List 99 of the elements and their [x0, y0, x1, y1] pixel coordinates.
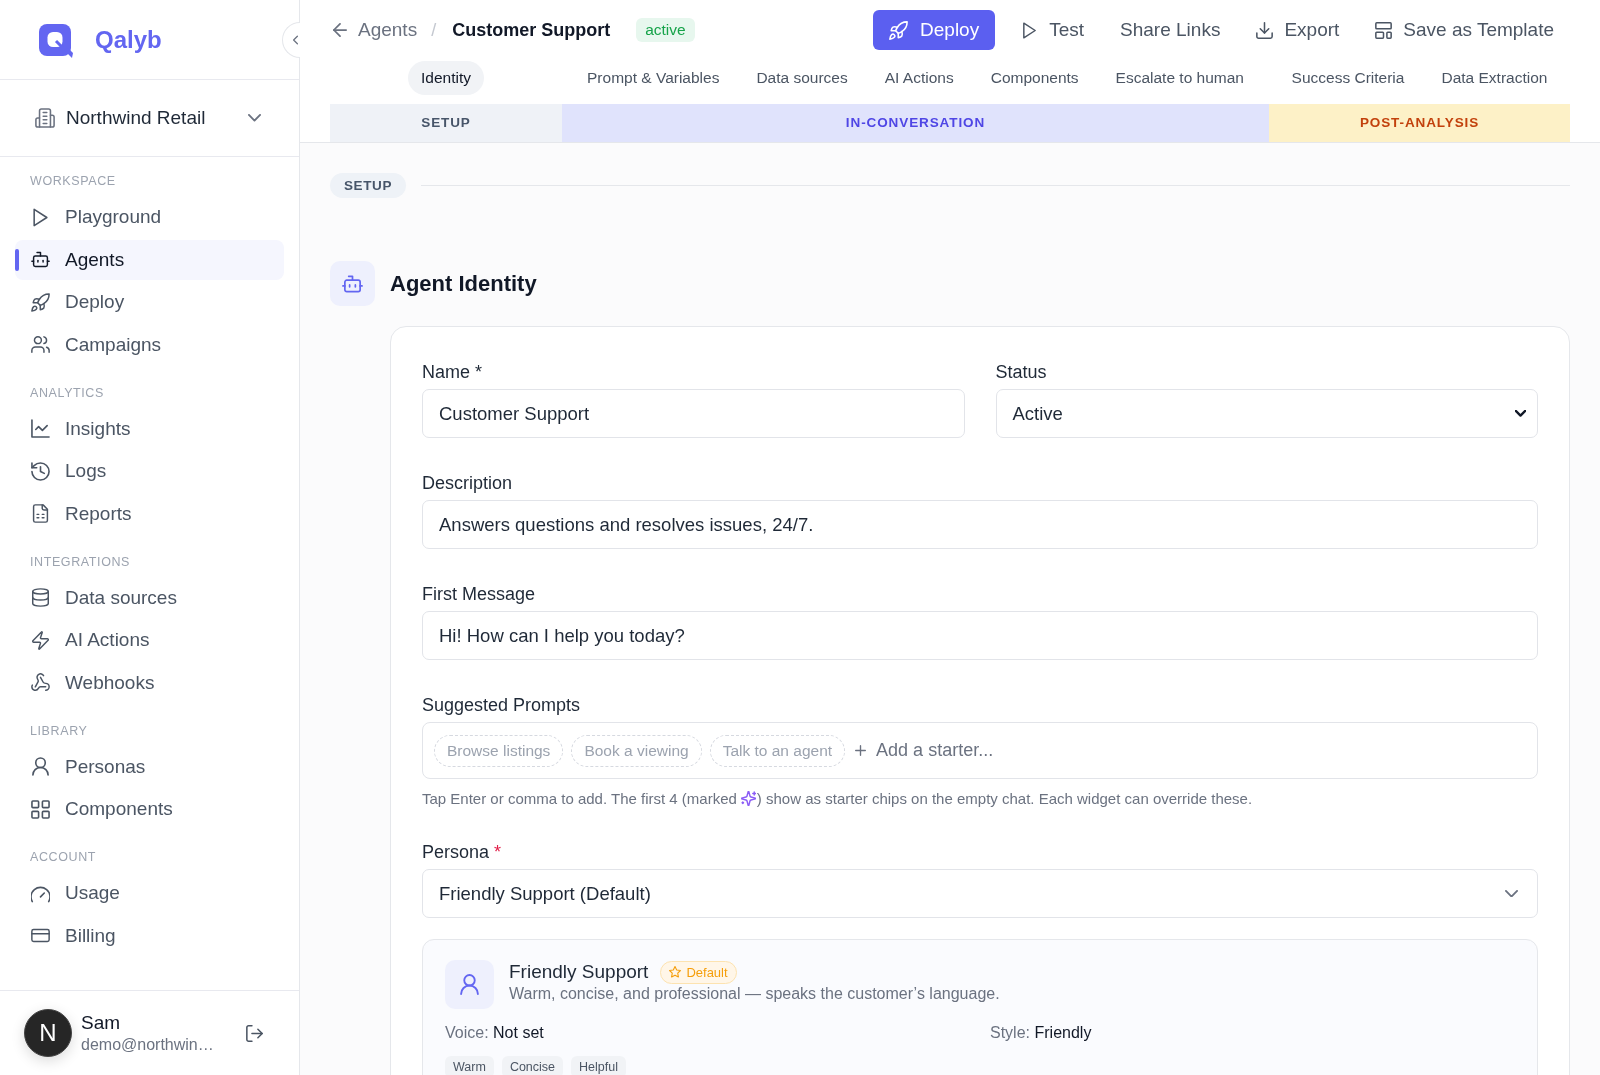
breadcrumb-separator: /: [431, 19, 437, 41]
phase-label: SETUP: [330, 104, 562, 142]
field-label: Description: [422, 472, 514, 494]
line-chart-icon: [31, 419, 50, 438]
section-heading: INTEGRATIONS: [29, 553, 132, 571]
chevron-left-icon: [293, 35, 298, 45]
status-select[interactable]: Active: [995, 389, 1538, 438]
nav-item[interactable]: Playground: [15, 197, 284, 237]
nav-item[interactable]: Reports: [15, 493, 284, 534]
field-label: Persona *: [422, 841, 503, 863]
hint-text: Tap Enter or comma to add. The first 4 (marked: [422, 790, 737, 807]
section-heading: ANALYTICS: [29, 384, 105, 402]
action-button[interactable]: Share Links: [1110, 10, 1231, 50]
nav-item[interactable]: Agents: [15, 239, 284, 280]
tag: Helpful: [571, 1056, 626, 1075]
workspace-selector[interactable]: Northwind Retail: [35, 107, 261, 129]
nav-item[interactable]: Logs: [15, 451, 284, 491]
building-icon: [35, 108, 55, 128]
brand-name: Qalyb: [95, 25, 162, 54]
nav-item[interactable]: Campaigns: [15, 324, 284, 365]
section-label: SETUP: [330, 173, 406, 198]
nav-item[interactable]: Components: [15, 789, 284, 829]
tab[interactable]: Data Extraction: [1428, 61, 1561, 95]
play-icon: [31, 207, 50, 227]
history-icon: [31, 461, 50, 481]
nav-item[interactable]: Billing: [15, 915, 284, 956]
action-button[interactable]: Test: [1011, 10, 1095, 50]
tag: Concise: [501, 1056, 564, 1075]
chevron-down-icon: [1505, 889, 1518, 898]
persona-detail: Voice: Not set: [445, 1023, 545, 1043]
credit-card-icon: [31, 926, 50, 945]
persona-description: Warm, concise, and professional — speaks the customer’s language.: [509, 984, 1000, 1004]
name-input[interactable]: Customer Support: [422, 389, 965, 438]
logo-icon: [39, 23, 73, 59]
nav-item[interactable]: Personas: [15, 746, 284, 787]
action-button[interactable]: Deploy: [873, 10, 996, 50]
hint-text: ) show as starter chips on the empty chat. Each widget can override these.: [756, 790, 1253, 807]
sparkle-icon: [740, 791, 756, 806]
database-icon: [31, 588, 50, 607]
chevron-down-icon: [248, 114, 261, 122]
field-label: Name *: [422, 361, 484, 383]
tab[interactable]: Prompt & Variables: [574, 61, 733, 95]
action-button[interactable]: Save as Template: [1365, 10, 1564, 50]
grid-icon: [31, 799, 50, 819]
section-heading: WORKSPACE: [29, 173, 117, 190]
nav-item[interactable]: Insights: [15, 408, 284, 449]
play-icon: [1021, 21, 1039, 39]
nav-item[interactable]: Data sources: [15, 577, 284, 618]
back-link[interactable]: Agents: [333, 19, 418, 41]
tab[interactable]: Success Criteria: [1278, 61, 1418, 95]
rocket-icon: [31, 292, 50, 312]
page-title: Customer Support: [452, 19, 611, 41]
rocket-icon: [889, 20, 909, 40]
description-input[interactable]: Answers questions and resolves issues, 24/7.: [422, 500, 1538, 549]
action-button[interactable]: Export: [1246, 10, 1350, 50]
layout-icon: [1375, 21, 1393, 39]
user-name: Sam: [81, 1011, 121, 1034]
plus-icon: [855, 745, 867, 756]
first-message-input[interactable]: Hi! How can I help you today?: [422, 611, 1538, 660]
lightning-icon: [31, 630, 50, 650]
webhook-icon: [31, 673, 50, 692]
status-badge: active: [636, 18, 695, 42]
avatar: N: [24, 1009, 72, 1057]
section-heading: LIBRARY: [29, 722, 89, 740]
field-label: Suggested Prompts: [422, 694, 582, 716]
document-icon: [31, 504, 50, 523]
persona-select[interactable]: Friendly Support (Default): [422, 869, 1538, 918]
logout-icon[interactable]: [246, 1024, 263, 1042]
user-email: demo@northwin…: [81, 1034, 214, 1055]
user-icon: [445, 960, 494, 1009]
persona-name: Friendly Support: [509, 960, 649, 984]
star-icon: [669, 966, 682, 978]
tab[interactable]: Data sources: [743, 61, 861, 95]
tab[interactable]: Components: [977, 61, 1092, 95]
active-indicator: [15, 248, 19, 271]
nav-item[interactable]: Deploy: [15, 282, 284, 322]
nav-item[interactable]: Usage: [15, 873, 284, 913]
user-icon: [31, 757, 50, 776]
section-title: Agent Identity: [390, 270, 537, 297]
nav-item[interactable]: AI Actions: [15, 620, 284, 660]
phase-label: IN-CONVERSATION: [562, 104, 1269, 142]
users-icon: [31, 335, 50, 354]
download-icon: [1256, 21, 1274, 39]
phase-label: POST-ANALYSIS: [1269, 104, 1570, 142]
robot-icon: [330, 261, 375, 306]
chevron-down-icon: [1515, 410, 1526, 417]
tab[interactable]: Identity: [408, 61, 484, 95]
persona-detail: Style: Friendly: [990, 1023, 1093, 1043]
tag: Warm: [445, 1056, 494, 1075]
tab[interactable]: Escalate to human: [1102, 61, 1257, 95]
field-label: First Message: [422, 583, 537, 605]
nav-item[interactable]: Webhooks: [15, 662, 284, 703]
robot-icon: [31, 250, 50, 269]
field-label: Status: [995, 361, 1048, 383]
default-label: Default: [686, 964, 728, 980]
starter-input[interactable]: Add a starter...: [876, 740, 1526, 761]
section-heading: ACCOUNT: [29, 849, 97, 866]
tab[interactable]: AI Actions: [871, 61, 967, 95]
collapse-button[interactable]: [282, 22, 300, 58]
